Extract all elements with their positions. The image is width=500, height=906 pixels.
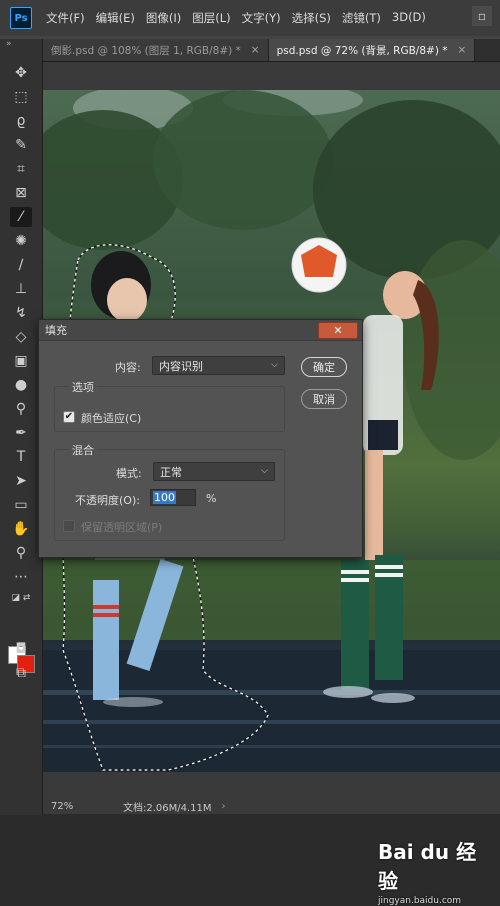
photoshop-logo: Ps — [10, 7, 32, 29]
quick-mask-icon[interactable]: ◘ — [10, 639, 32, 659]
eyedropper-icon[interactable]: ⁄ — [10, 207, 32, 227]
hand-icon[interactable]: ✋ — [10, 519, 32, 539]
dodge-icon[interactable]: ⚲ — [10, 399, 32, 419]
content-value: 内容识别 — [159, 359, 203, 373]
document-size: 文档:2.06M/4.11M — [123, 802, 212, 814]
menu-type[interactable]: 文字(Y) — [242, 10, 281, 26]
menu-items: 文件(F) 编辑(E) 图像(I) 图层(L) 文字(Y) 选择(S) 滤镜(T… — [46, 10, 437, 26]
swap-colors-icon[interactable]: ◪ ⇄ — [10, 588, 32, 608]
watermark-logo: Bai du 经验 — [378, 840, 477, 893]
document-tabs: 倒影.psd @ 108% (图层 1, RGB/8#) * × psd.psd… — [43, 39, 500, 62]
zoom-level[interactable]: 72% — [43, 801, 103, 812]
eraser-icon[interactable]: ◇ — [10, 327, 32, 347]
healing-icon[interactable]: ✺ — [10, 231, 32, 251]
restore-icon[interactable]: ▫ — [472, 6, 492, 26]
status-menu-arrow-icon[interactable]: › — [222, 801, 226, 812]
menu-layer[interactable]: 图层(L) — [192, 10, 230, 26]
preserve-transparency-checkbox[interactable] — [63, 520, 75, 532]
content-label: 内容: — [115, 361, 141, 374]
type-icon[interactable]: T — [10, 447, 32, 467]
menu-select[interactable]: 选择(S) — [292, 10, 331, 26]
mode-value: 正常 — [160, 465, 182, 479]
close-icon[interactable]: × — [458, 44, 467, 56]
brush-icon[interactable]: ∕ — [10, 255, 32, 275]
tab-reflection-psd[interactable]: 倒影.psd @ 108% (图层 1, RGB/8#) * × — [43, 39, 269, 61]
menu-edit[interactable]: 编辑(E) — [96, 10, 135, 26]
stamp-icon[interactable]: ⊥ — [10, 279, 32, 299]
tab-psd-psd[interactable]: psd.psd @ 72% (背景, RGB/8#) * × — [268, 39, 476, 61]
dialog-title: 填充 — [39, 320, 362, 341]
watermark-url: jingyan.baidu.com — [378, 896, 462, 906]
collapse-icon[interactable]: » — [6, 39, 11, 49]
opacity-label: 不透明度(O): — [75, 494, 140, 507]
menu-bar: Ps 文件(F) 编辑(E) 图像(I) 图层(L) 文字(Y) 选择(S) 滤… — [0, 0, 500, 37]
mode-label: 模式: — [116, 467, 142, 480]
fill-dialog: 填充 ✕ 内容: 内容识别 ⌵ 选项 ✔ 颜色适应(C) 混合 模式: 正常 ⌵… — [38, 319, 363, 558]
mode-select[interactable]: 正常 ⌵ — [153, 462, 275, 481]
chevron-down-icon: ⌵ — [271, 360, 278, 370]
tab-label: psd.psd @ 72% (背景, RGB/8#) * — [276, 44, 448, 57]
opacity-input[interactable]: 100 — [150, 489, 196, 506]
chevron-down-icon: ⌵ — [261, 466, 268, 476]
marquee-icon[interactable]: ⬚ — [10, 87, 32, 107]
color-adapt-checkbox[interactable]: ✔ — [63, 411, 75, 423]
more-icon[interactable]: ⋯ — [10, 567, 32, 587]
tool-panel: » ✥ ⬚ ϱ ✎ ⌗ ⊠ ⁄ ✺ ∕ ⊥ ↯ ◇ ▣ ● ⚲ ✒ T ➤ ▭ … — [0, 39, 43, 819]
content-select[interactable]: 内容识别 ⌵ — [152, 356, 285, 375]
close-icon[interactable]: × — [251, 44, 260, 56]
close-icon[interactable]: ✕ — [318, 322, 358, 339]
screen-mode-icon[interactable]: ⧉ — [10, 663, 32, 683]
opacity-unit: % — [206, 492, 217, 505]
crop-icon[interactable]: ⌗ — [10, 159, 32, 179]
tab-label: 倒影.psd @ 108% (图层 1, RGB/8#) * — [51, 44, 241, 57]
options-group-title: 选项 — [69, 379, 97, 395]
history-brush-icon[interactable]: ↯ — [10, 303, 32, 323]
rectangle-icon[interactable]: ▭ — [10, 495, 32, 515]
ok-button[interactable]: 确定 — [301, 357, 347, 377]
opacity-value: 100 — [153, 491, 176, 504]
status-bar: 72% 文档:2.06M/4.11M › — [43, 798, 500, 814]
pen-icon[interactable]: ✒ — [10, 423, 32, 443]
menu-image[interactable]: 图像(I) — [146, 10, 181, 26]
path-select-icon[interactable]: ➤ — [10, 471, 32, 491]
color-adapt-label: 颜色适应(C) — [81, 412, 142, 425]
move-icon[interactable]: ✥ — [10, 63, 32, 83]
menu-3d[interactable]: 3D(D) — [392, 10, 426, 26]
zoom-icon[interactable]: ⚲ — [10, 543, 32, 563]
menu-filter[interactable]: 滤镜(T) — [342, 10, 381, 26]
quick-select-icon[interactable]: ✎ — [10, 135, 32, 155]
baidu-jingyan-watermark: Bai du 经验 jingyan.baidu.com — [378, 836, 494, 906]
preserve-transparency-label: 保留透明区域(P) — [81, 521, 163, 534]
gradient-icon[interactable]: ▣ — [10, 351, 32, 371]
blur-icon[interactable]: ● — [10, 375, 32, 395]
cancel-button[interactable]: 取消 — [301, 389, 347, 409]
frame-icon[interactable]: ⊠ — [10, 183, 32, 203]
lasso-icon[interactable]: ϱ — [10, 111, 32, 131]
menu-file[interactable]: 文件(F) — [46, 10, 85, 26]
blend-group-title: 混合 — [69, 442, 97, 458]
